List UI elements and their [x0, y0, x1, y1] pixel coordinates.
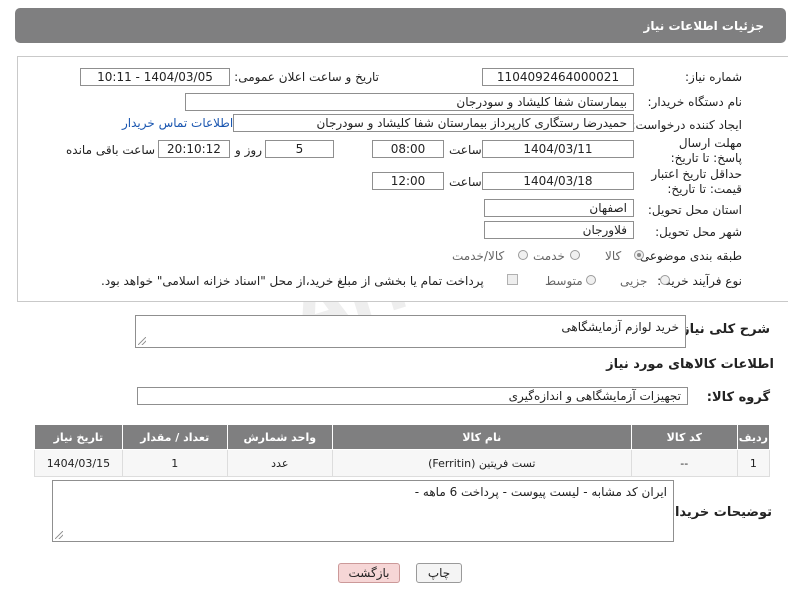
need-number-field[interactable]: 1104092464000021: [482, 68, 634, 86]
category-service-radio[interactable]: [570, 250, 580, 260]
reply-date-field[interactable]: 1404/03/11: [482, 140, 634, 158]
remaining-label: ساعت باقی مانده: [66, 143, 156, 157]
reply-days-field[interactable]: 5: [265, 140, 334, 158]
city-label: شهر محل تحویل:: [655, 225, 742, 239]
price-time-label: ساعت: [449, 175, 482, 189]
reply-deadline-label: مهلت ارسال پاسخ: تا تاریخ:: [670, 136, 742, 165]
reply-time-field[interactable]: 08:00: [372, 140, 444, 158]
goods-info-title: اطلاعات کالاهای مورد نیاز: [606, 357, 774, 372]
goods-group-label: گروه کالا:: [706, 390, 770, 405]
col-header-goods-name: نام کالا: [331, 424, 632, 450]
goods-table-header-row: ردیف کد کالا نام کالا واحد شمارش تعداد /…: [34, 424, 771, 450]
treasury-payment-note: پرداخت تمام یا بخشی از مبلغ خرید،از محل …: [101, 274, 484, 288]
need-number-label: شماره نیاز:: [685, 70, 742, 84]
print-button[interactable]: چاپ: [416, 563, 462, 583]
goods-code-cell: --: [630, 449, 738, 477]
category-goods-service-radio[interactable]: [518, 250, 528, 260]
unit-cell: عدد: [226, 449, 333, 477]
province-label: استان محل تحویل:: [647, 203, 742, 217]
col-header-need-date: تاریخ نیاز: [34, 424, 123, 450]
goods-name-cell: تست فریتین (Ferritin): [331, 449, 632, 477]
process-medium-radio[interactable]: [586, 275, 596, 285]
reply-time-label: ساعت: [449, 143, 482, 157]
price-date-field[interactable]: 1404/03/18: [482, 172, 634, 190]
need-description-text: خرید لوازم آزمایشگاهی: [561, 320, 679, 334]
page-title: جزئیات اطلاعات نیاز: [643, 19, 764, 33]
need-date-cell: 1404/03/15: [34, 449, 123, 477]
province-field[interactable]: اصفهان: [484, 199, 634, 217]
need-description-textarea[interactable]: خرید لوازم آزمایشگاهی: [135, 315, 686, 348]
day-and-label: روز و: [235, 143, 262, 157]
goods-table: ردیف کد کالا نام کالا واحد شمارش تعداد /…: [34, 424, 771, 477]
category-goods-radio[interactable]: [634, 250, 644, 260]
resize-handle-icon[interactable]: [138, 337, 146, 345]
announce-datetime-field[interactable]: 1404/03/05 - 10:11: [80, 68, 230, 86]
buyer-org-field[interactable]: بیمارستان شفا کلیشاد و سودرجان: [185, 93, 634, 111]
buyer-org-label: نام دستگاه خریدار:: [647, 95, 743, 109]
panel-header: جزئیات اطلاعات نیاز: [15, 8, 786, 43]
remaining-time-field[interactable]: 20:10:12: [158, 140, 230, 158]
process-minor-label: جزیی: [620, 274, 648, 288]
category-goods-service-label: کالا/خدمت: [452, 249, 505, 263]
treasury-payment-checkbox[interactable]: [507, 274, 518, 285]
contact-info-link[interactable]: اطلاعات تماس خریدار: [122, 116, 233, 130]
announce-datetime-label: تاریخ و ساعت اعلان عمومی:: [234, 70, 379, 84]
process-medium-label: متوسط: [545, 274, 583, 288]
resize-handle-icon[interactable]: [55, 531, 63, 539]
requester-label: ایجاد کننده درخواست:: [631, 118, 742, 132]
process-minor-radio[interactable]: [660, 275, 670, 285]
city-field[interactable]: فلاورجان: [484, 221, 634, 239]
col-header-row-number: ردیف: [736, 424, 771, 450]
price-validity-label: حداقل تاریخ اعتبار قیمت: تا تاریخ:: [651, 167, 742, 196]
quantity-cell: 1: [121, 449, 228, 477]
col-header-quantity: تعداد / مقدار: [121, 424, 228, 450]
table-row[interactable]: 1 -- تست فریتین (Ferritin) عدد 1 1404/03…: [34, 449, 771, 477]
requester-field[interactable]: حمیدرضا رستگاری کارپرداز بیمارستان شفا ک…: [233, 114, 634, 132]
buyer-notes-text: ایران کد مشابه - لیست پیوست - پرداخت 6 م…: [414, 485, 667, 499]
col-header-goods-code: کد کالا: [630, 424, 738, 450]
goods-group-field[interactable]: تجهیزات آزمایشگاهی و اندازه‌گیری: [137, 387, 688, 405]
category-service-label: خدمت: [533, 249, 565, 263]
col-header-unit: واحد شمارش: [226, 424, 333, 450]
buyer-notes-textarea[interactable]: ایران کد مشابه - لیست پیوست - پرداخت 6 م…: [52, 480, 674, 542]
category-label: طبقه بندی موضوعی:: [635, 249, 742, 263]
category-goods-label: کالا: [605, 249, 622, 263]
need-description-label: شرح کلی نیاز:: [676, 322, 770, 337]
buyer-notes-label: توضیحات خریدار:: [662, 505, 772, 520]
price-time-field[interactable]: 12:00: [372, 172, 444, 190]
row-number-cell: 1: [736, 449, 771, 477]
back-button[interactable]: بازگشت: [338, 563, 400, 583]
